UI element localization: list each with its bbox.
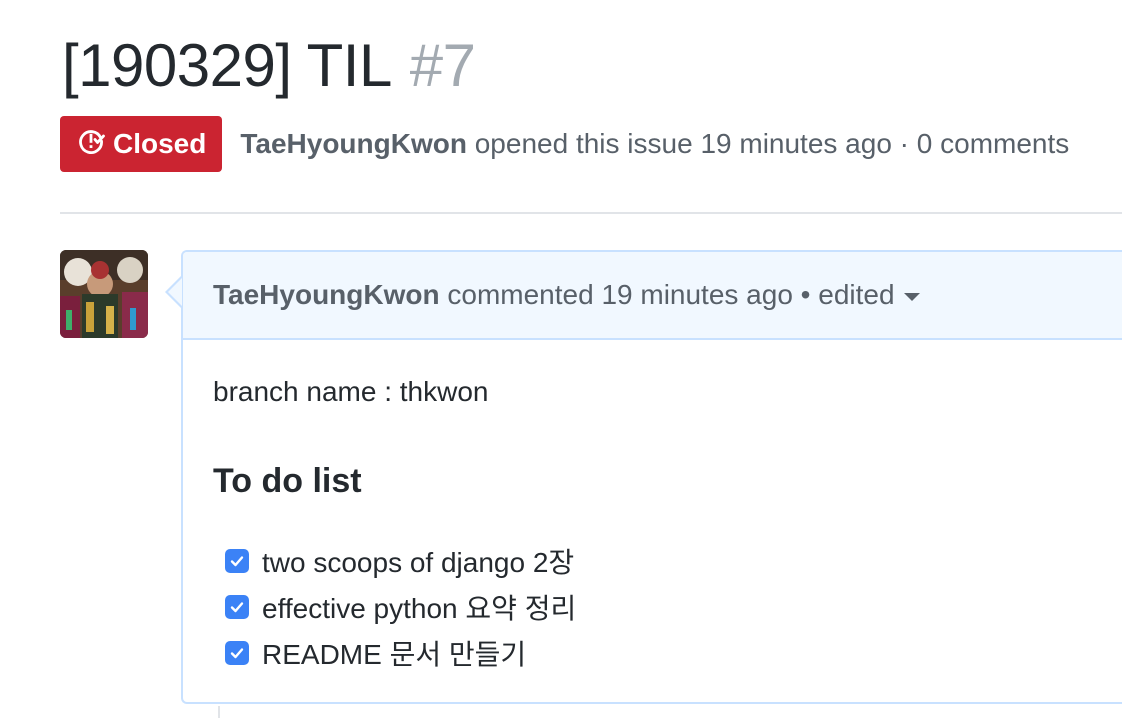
state-badge-label: Closed <box>113 128 207 159</box>
todo-heading: To do list <box>213 462 362 500</box>
issue-closed-icon <box>77 127 113 162</box>
branch-name-text: branch name : thkwon <box>213 376 489 407</box>
comment-author-link[interactable]: TaeHyoungKwon <box>213 279 440 311</box>
avatar[interactable] <box>60 250 148 338</box>
issue-meta-text: TaeHyoungKwon opened this issue 19 minut… <box>240 128 1069 160</box>
issue-title: [190329] TIL #7 <box>62 28 476 104</box>
task-list-item: effective python 요약 정리 <box>225 584 576 630</box>
task-checkbox[interactable] <box>225 549 249 573</box>
issue-title-text: [190329] TIL <box>62 32 390 99</box>
edited-label: edited <box>818 279 895 310</box>
task-label: README 문서 만들기 <box>262 639 527 670</box>
task-list-item: README 문서 만들기 <box>225 630 576 676</box>
issue-opened-text: opened this issue 19 minutes ago · 0 com… <box>466 128 1070 159</box>
comment-arrow-fill <box>168 278 182 306</box>
comment-header: TaeHyoungKwon commented 19 minutes ago •… <box>183 252 1122 340</box>
task-checkbox[interactable] <box>225 641 249 665</box>
header-divider <box>60 212 1122 214</box>
comment-timestamp[interactable]: commented 19 minutes ago <box>440 279 793 311</box>
comment-box: TaeHyoungKwon commented 19 minutes ago •… <box>181 250 1122 704</box>
timeline-line <box>218 706 220 718</box>
issue-author-link[interactable]: TaeHyoungKwon <box>240 128 467 159</box>
check-icon <box>230 556 244 567</box>
edited-dropdown[interactable]: edited <box>818 279 920 311</box>
task-list: two scoops of django 2장 effective python… <box>225 538 576 676</box>
check-icon <box>230 648 244 659</box>
task-list-item: two scoops of django 2장 <box>225 538 576 584</box>
task-checkbox[interactable] <box>225 595 249 619</box>
check-icon <box>230 602 244 613</box>
header-separator: • <box>792 279 819 310</box>
task-label: effective python 요약 정리 <box>262 593 577 624</box>
state-badge-closed: Closed <box>60 116 223 172</box>
issue-number: #7 <box>409 32 476 99</box>
issue-page: [190329] TIL #7 Closed TaeHyoungKwon ope… <box>0 0 1122 718</box>
task-label: two scoops of django 2장 <box>262 547 575 578</box>
issue-meta: Closed TaeHyoungKwon opened this issue 1… <box>60 116 1069 172</box>
caret-down-icon <box>903 292 920 301</box>
